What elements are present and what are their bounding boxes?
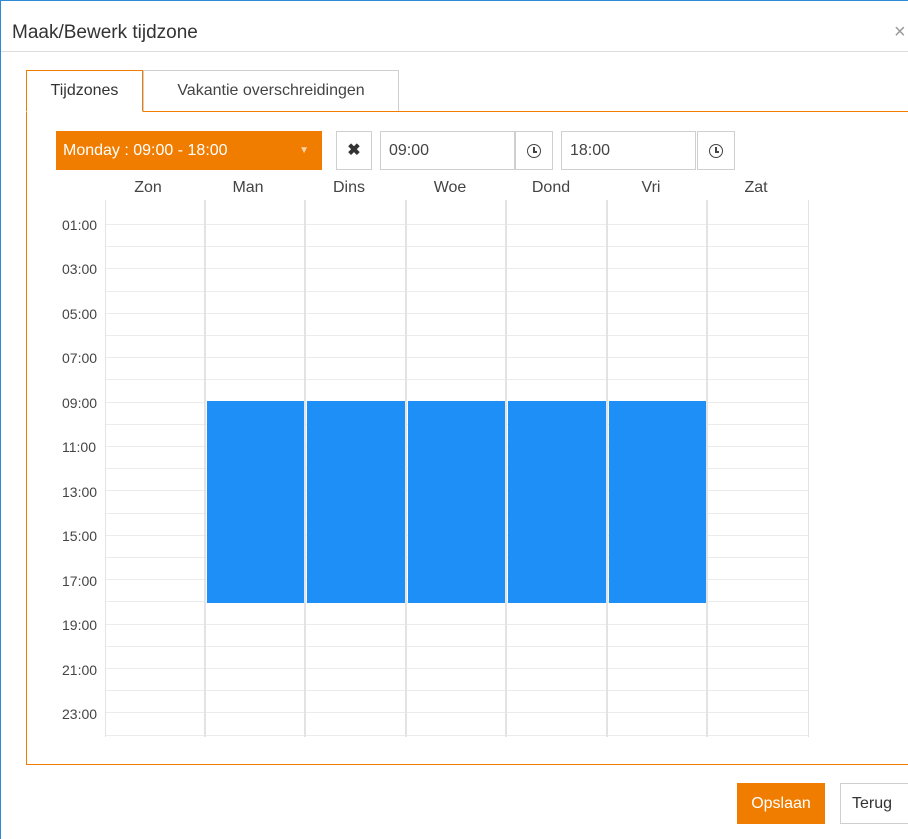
hour-label: 07:00 — [62, 350, 98, 366]
grid-day-line — [105, 200, 106, 737]
clear-button[interactable]: ✖ — [336, 131, 372, 170]
chevron-down-icon: ▼ — [299, 145, 309, 156]
grid-hour-line — [105, 224, 808, 225]
start-time-picker-button[interactable] — [515, 131, 553, 170]
grid-hour-line — [105, 313, 808, 314]
grid-day-line — [204, 200, 206, 737]
clock-icon — [709, 144, 723, 158]
day-label: Zon — [134, 179, 162, 196]
timezone-select[interactable]: Monday : 09:00 - 18:00 ▼ — [56, 131, 322, 170]
end-time-picker-button[interactable] — [697, 131, 735, 170]
hour-label: 05:00 — [62, 306, 98, 322]
grid-hour-line — [105, 379, 808, 380]
time-block-dins[interactable] — [307, 401, 405, 603]
grid-hour-line — [105, 357, 808, 358]
grid-hour-line — [105, 268, 808, 269]
time-block-vri[interactable] — [609, 401, 706, 603]
weekly-schedule-grid[interactable] — [105, 200, 809, 737]
hour-label: 17:00 — [62, 573, 98, 589]
save-button[interactable]: Opslaan — [737, 783, 825, 824]
grid-day-line — [606, 200, 608, 737]
grid-hour-line — [105, 335, 808, 336]
clock-icon — [527, 144, 541, 158]
hour-label: 11:00 — [62, 439, 96, 455]
time-block-dond[interactable] — [508, 401, 606, 603]
grid-hour-line — [105, 624, 808, 625]
day-label: Zat — [744, 179, 768, 196]
dialog-title: Maak/Bewerk tijdzone — [12, 22, 198, 43]
tab-vakantie-overschreidingen[interactable]: Vakantie overschreidingen — [143, 70, 399, 111]
start-time-input[interactable]: 09:00 — [380, 131, 515, 170]
time-block-man[interactable] — [207, 401, 304, 603]
hour-label: 01:00 — [62, 217, 98, 233]
grid-day-line — [706, 200, 708, 737]
day-label: Vri — [641, 179, 661, 196]
hour-label: 19:00 — [62, 617, 98, 633]
grid-day-line — [808, 200, 809, 737]
grid-hour-line — [105, 668, 808, 669]
hour-label: 23:00 — [62, 706, 98, 722]
time-block-woe[interactable] — [408, 401, 505, 603]
grid-hour-line — [105, 690, 808, 691]
hour-label: 15:00 — [62, 528, 98, 544]
grid-day-line — [304, 200, 306, 737]
timezone-select-value: Monday : 09:00 - 18:00 — [63, 142, 228, 159]
dialog-header: Maak/Bewerk tijdzone × — [1, 1, 908, 52]
day-label: Man — [232, 179, 264, 196]
day-label: Dins — [332, 179, 365, 196]
grid-day-line — [505, 200, 507, 737]
grid-day-line — [405, 200, 407, 737]
day-label: Dond — [531, 179, 571, 196]
grid-hour-line — [105, 291, 808, 292]
hour-label: 21:00 — [62, 662, 98, 678]
hour-label: 13:00 — [62, 484, 98, 500]
grid-hour-line — [105, 735, 808, 736]
end-time-input[interactable]: 18:00 — [561, 131, 696, 170]
tab-tijdzones[interactable]: Tijdzones — [26, 70, 143, 112]
day-label: Woe — [433, 179, 467, 196]
back-button[interactable]: Terug — [840, 783, 908, 824]
hour-label: 03:00 — [62, 261, 98, 277]
grid-hour-line — [105, 646, 808, 647]
grid-hour-line — [105, 246, 808, 247]
close-icon[interactable]: × — [894, 21, 908, 43]
hour-label: 09:00 — [62, 395, 98, 411]
grid-hour-line — [105, 712, 808, 713]
